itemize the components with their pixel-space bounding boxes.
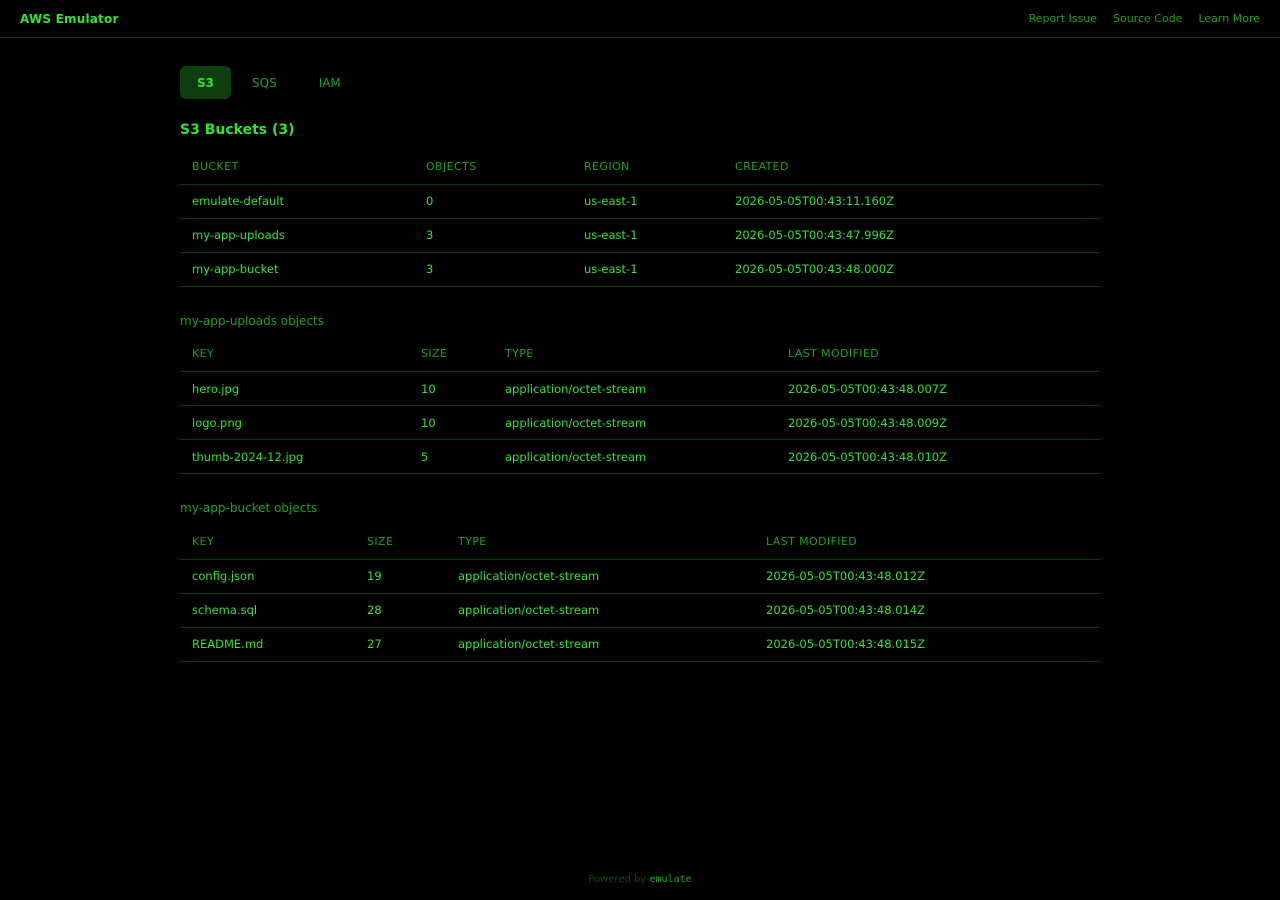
region-cell: us-east-1 — [572, 184, 723, 219]
created-cell: 2026-05-05T00:43:47.996Z — [723, 218, 1100, 253]
object-type-cell: application/octet-stream — [446, 627, 754, 662]
emulate-link[interactable]: emulate — [650, 874, 692, 885]
object-type-cell: application/octet-stream — [446, 559, 754, 594]
table-row[interactable]: logo.png 10 application/octet-stream 202… — [180, 405, 1100, 440]
object-size-cell: 5 — [409, 439, 493, 474]
tab-s3[interactable]: S3 — [180, 66, 231, 99]
object-size-cell: 28 — [355, 593, 446, 628]
table-row[interactable]: config.json 19 application/octet-stream … — [180, 559, 1100, 594]
last-modified-cell: 2026-05-05T00:43:48.014Z — [754, 593, 1100, 628]
object-type-cell: application/octet-stream — [493, 371, 776, 406]
object-count-cell: 3 — [414, 218, 572, 253]
buckets-table: BUCKET OBJECTS REGION CREATED emulate-de… — [180, 149, 1100, 287]
service-tabs: S3 SQS IAM — [180, 66, 1100, 99]
object-size-cell: 19 — [355, 559, 446, 594]
source-code-link[interactable]: Source Code — [1113, 12, 1182, 25]
object-key-cell[interactable]: schema.sql — [180, 593, 355, 628]
table-header-row: BUCKET OBJECTS REGION CREATED — [180, 149, 1100, 185]
table-row[interactable]: thumb-2024-12.jpg 5 application/octet-st… — [180, 439, 1100, 474]
object-size-cell: 27 — [355, 627, 446, 662]
table-row[interactable]: README.md 27 application/octet-stream 20… — [180, 627, 1100, 662]
object-key-cell[interactable]: README.md — [180, 627, 355, 662]
table-row[interactable]: hero.jpg 10 application/octet-stream 202… — [180, 371, 1100, 406]
column-header-last-modified[interactable]: LAST MODIFIED — [754, 524, 1100, 560]
object-type-cell: application/octet-stream — [493, 439, 776, 474]
tab-sqs[interactable]: SQS — [231, 66, 298, 99]
table-header-row: KEY SIZE TYPE LAST MODIFIED — [180, 336, 1100, 372]
header-links: Report Issue Source Code Learn More — [1029, 12, 1260, 25]
last-modified-cell: 2026-05-05T00:43:48.007Z — [776, 371, 1100, 406]
last-modified-cell: 2026-05-05T00:43:48.012Z — [754, 559, 1100, 594]
column-header-last-modified[interactable]: LAST MODIFIED — [776, 336, 1100, 372]
table-header-row: KEY SIZE TYPE LAST MODIFIED — [180, 524, 1100, 560]
footer: Powered by emulate — [0, 874, 1280, 885]
column-header-type[interactable]: TYPE — [446, 524, 754, 560]
object-count-cell: 3 — [414, 252, 572, 287]
region-cell: us-east-1 — [572, 218, 723, 253]
bucket-objects-title: my-app-bucket objects — [180, 501, 318, 515]
table-row[interactable]: my-app-bucket 3 us-east-1 2026-05-05T00:… — [180, 252, 1100, 287]
region-cell: us-east-1 — [572, 252, 723, 287]
object-size-cell: 10 — [409, 371, 493, 406]
object-count-cell: 0 — [414, 184, 572, 219]
top-bar: AWS Emulator Report Issue Source Code Le… — [0, 0, 1280, 38]
bucket-name-cell[interactable]: emulate-default — [180, 184, 414, 219]
app-title: AWS Emulator — [20, 11, 119, 26]
column-header-size[interactable]: SIZE — [355, 524, 446, 560]
last-modified-cell: 2026-05-05T00:43:48.009Z — [776, 405, 1100, 440]
main-content: S3 SQS IAM S3 Buckets (3) BUCKET OBJECTS… — [180, 66, 1100, 662]
buckets-title: S3 Buckets (3) — [180, 122, 295, 138]
column-header-key[interactable]: KEY — [180, 336, 409, 372]
bucket-name-cell[interactable]: my-app-bucket — [180, 252, 414, 287]
object-key-cell[interactable]: thumb-2024-12.jpg — [180, 439, 409, 474]
table-row[interactable]: my-app-uploads 3 us-east-1 2026-05-05T00… — [180, 218, 1100, 253]
column-header-objects[interactable]: OBJECTS — [414, 149, 572, 185]
object-key-cell[interactable]: logo.png — [180, 405, 409, 440]
uploads-objects-table: KEY SIZE TYPE LAST MODIFIED hero.jpg 10 … — [180, 336, 1100, 474]
last-modified-cell: 2026-05-05T00:43:48.010Z — [776, 439, 1100, 474]
column-header-created[interactable]: CREATED — [723, 149, 1100, 185]
table-row[interactable]: emulate-default 0 us-east-1 2026-05-05T0… — [180, 184, 1100, 219]
table-row[interactable]: schema.sql 28 application/octet-stream 2… — [180, 593, 1100, 628]
column-header-size[interactable]: SIZE — [409, 336, 493, 372]
column-header-bucket[interactable]: BUCKET — [180, 149, 414, 185]
tab-iam[interactable]: IAM — [298, 66, 362, 99]
created-cell: 2026-05-05T00:43:11.160Z — [723, 184, 1100, 219]
column-header-type[interactable]: TYPE — [493, 336, 776, 372]
object-type-cell: application/octet-stream — [446, 593, 754, 628]
report-issue-link[interactable]: Report Issue — [1029, 12, 1097, 25]
column-header-region[interactable]: REGION — [572, 149, 723, 185]
column-header-key[interactable]: KEY — [180, 524, 355, 560]
footer-prefix: Powered by — [588, 874, 647, 885]
object-type-cell: application/octet-stream — [493, 405, 776, 440]
created-cell: 2026-05-05T00:43:48.000Z — [723, 252, 1100, 287]
object-key-cell[interactable]: config.json — [180, 559, 355, 594]
bucket-objects-table: KEY SIZE TYPE LAST MODIFIED config.json … — [180, 524, 1100, 662]
bucket-name-cell[interactable]: my-app-uploads — [180, 218, 414, 253]
last-modified-cell: 2026-05-05T00:43:48.015Z — [754, 627, 1100, 662]
object-key-cell[interactable]: hero.jpg — [180, 371, 409, 406]
uploads-objects-title: my-app-uploads objects — [180, 313, 324, 328]
learn-more-link[interactable]: Learn More — [1198, 12, 1260, 25]
object-size-cell: 10 — [409, 405, 493, 440]
